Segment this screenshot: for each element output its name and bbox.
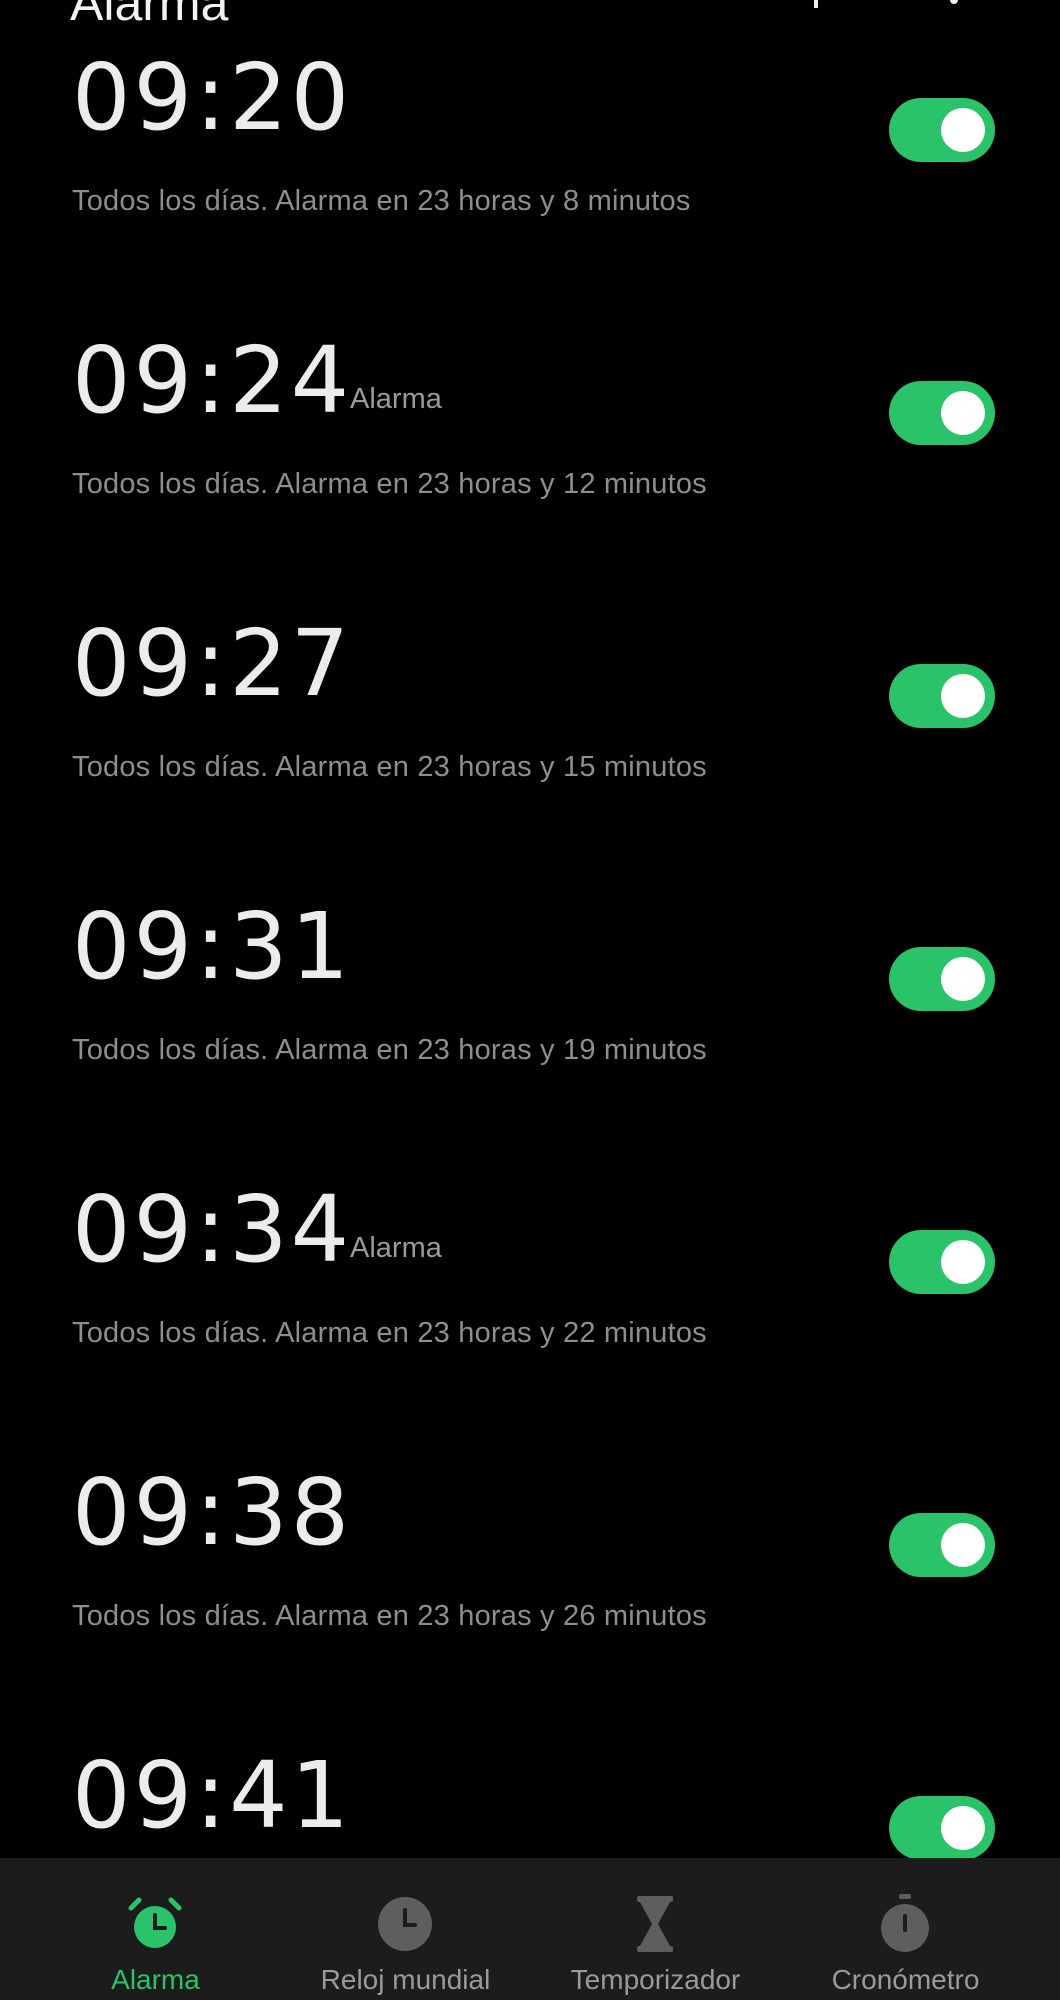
alarm-toggle[interactable] bbox=[889, 98, 995, 162]
clock-icon bbox=[378, 1897, 432, 1951]
alarm-time: 09:27 bbox=[72, 610, 353, 717]
stopwatch-icon bbox=[881, 1894, 929, 1952]
alarm-label: Alarma bbox=[350, 383, 442, 415]
bottom-nav: Alarma Reloj mundial Temporizador Cronóm… bbox=[0, 1858, 1060, 2000]
alarm-item[interactable]: 09:41 bbox=[0, 1698, 1060, 1858]
toggle-knob bbox=[941, 1240, 985, 1284]
alarm-toggle[interactable] bbox=[889, 1230, 995, 1294]
nav-label: Alarma bbox=[111, 1964, 200, 1995]
alarm-time: 09:20 bbox=[72, 44, 353, 151]
alarm-repeat-info: Todos los días. Alarma en 23 horas y 22 … bbox=[72, 1317, 707, 1349]
nav-tab-timer[interactable]: Temporizador bbox=[523, 1858, 788, 2000]
alarm-item[interactable]: 09:27 Todos los días. Alarma en 23 horas… bbox=[0, 566, 1060, 849]
toggle-knob bbox=[941, 957, 985, 1001]
alarm-toggle[interactable] bbox=[889, 947, 995, 1011]
nav-label: Cronómetro bbox=[831, 1964, 980, 1995]
alarm-toggle[interactable] bbox=[889, 1796, 995, 1858]
nav-tab-alarm[interactable]: Alarma bbox=[23, 1858, 288, 2000]
nav-label: Temporizador bbox=[570, 1964, 741, 1995]
alarm-toggle[interactable] bbox=[889, 381, 995, 445]
alarm-time: 09:24 bbox=[72, 327, 353, 434]
alarm-repeat-info: Todos los días. Alarma en 23 horas y 12 … bbox=[72, 468, 707, 500]
alarm-label: Alarma bbox=[350, 1232, 442, 1264]
alarm-toggle[interactable] bbox=[889, 1513, 995, 1577]
nav-tab-world-clock[interactable]: Reloj mundial bbox=[273, 1858, 538, 2000]
alarm-repeat-info: Todos los días. Alarma en 23 horas y 15 … bbox=[72, 751, 707, 783]
alarm-time: 09:38 bbox=[72, 1459, 353, 1566]
toggle-knob bbox=[941, 391, 985, 435]
alarm-clock-icon bbox=[128, 1897, 182, 1948]
alarm-item[interactable]: 09:38 Todos los días. Alarma en 23 horas… bbox=[0, 1415, 1060, 1698]
alarm-item[interactable]: 09:20 Todos los días. Alarma en 23 horas… bbox=[0, 0, 1060, 283]
alarm-time: 09:34 bbox=[72, 1176, 353, 1283]
toggle-knob bbox=[941, 1523, 985, 1567]
hourglass-icon bbox=[637, 1896, 673, 1952]
nav-tab-stopwatch[interactable]: Cronómetro bbox=[773, 1858, 1038, 2000]
alarm-time: 09:31 bbox=[72, 893, 353, 1000]
nav-label: Reloj mundial bbox=[320, 1964, 491, 1995]
alarm-time: 09:41 bbox=[72, 1742, 353, 1849]
alarm-toggle[interactable] bbox=[889, 664, 995, 728]
alarm-repeat-info: Todos los días. Alarma en 23 horas y 19 … bbox=[72, 1034, 707, 1066]
alarm-item[interactable]: 09:31 Todos los días. Alarma en 23 horas… bbox=[0, 849, 1060, 1132]
toggle-knob bbox=[941, 108, 985, 152]
toggle-knob bbox=[941, 1806, 985, 1850]
alarm-item[interactable]: 09:24 Alarma Todos los días. Alarma en 2… bbox=[0, 283, 1060, 566]
alarm-repeat-info: Todos los días. Alarma en 23 horas y 8 m… bbox=[72, 185, 691, 217]
alarm-item[interactable]: 09:34 Alarma Todos los días. Alarma en 2… bbox=[0, 1132, 1060, 1415]
alarm-repeat-info: Todos los días. Alarma en 23 horas y 26 … bbox=[72, 1600, 707, 1632]
toggle-knob bbox=[941, 674, 985, 718]
